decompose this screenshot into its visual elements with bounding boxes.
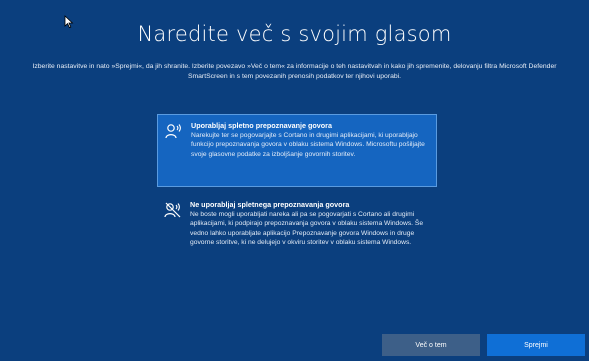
oobe-screen: Naredite več s svojim glasom Izberite na… [0, 0, 589, 361]
option-text: Ne uporabljaj spletnega prepoznavanja go… [190, 200, 431, 248]
option-text: Uporabljaj spletno prepoznavanje govora … [191, 121, 430, 159]
speech-recognition-icon [165, 124, 181, 139]
option-description: Ne boste mogli uporabljati nareka ali pa… [190, 210, 424, 247]
learn-more-button[interactable]: Več o tem [382, 334, 480, 356]
option-description: Narekujte ter se pogovarjajte s Cortano … [191, 131, 425, 158]
accept-button[interactable]: Sprejmi [487, 334, 585, 356]
option-title: Ne uporabljaj spletnega prepoznavanja go… [190, 200, 350, 209]
option-title: Uporabljaj spletno prepoznavanje govora [191, 121, 332, 130]
option-online-speech-on[interactable]: Uporabljaj spletno prepoznavanje govora … [157, 114, 437, 187]
option-online-speech-off[interactable]: Ne uporabljaj spletnega prepoznavanja go… [157, 194, 437, 286]
page-title: Naredite več s svojim glasom [137, 22, 452, 46]
speech-recognition-off-icon [164, 202, 181, 218]
page-subtitle: Izberite nastavitve in nato »Sprejmi«, d… [32, 63, 557, 80]
